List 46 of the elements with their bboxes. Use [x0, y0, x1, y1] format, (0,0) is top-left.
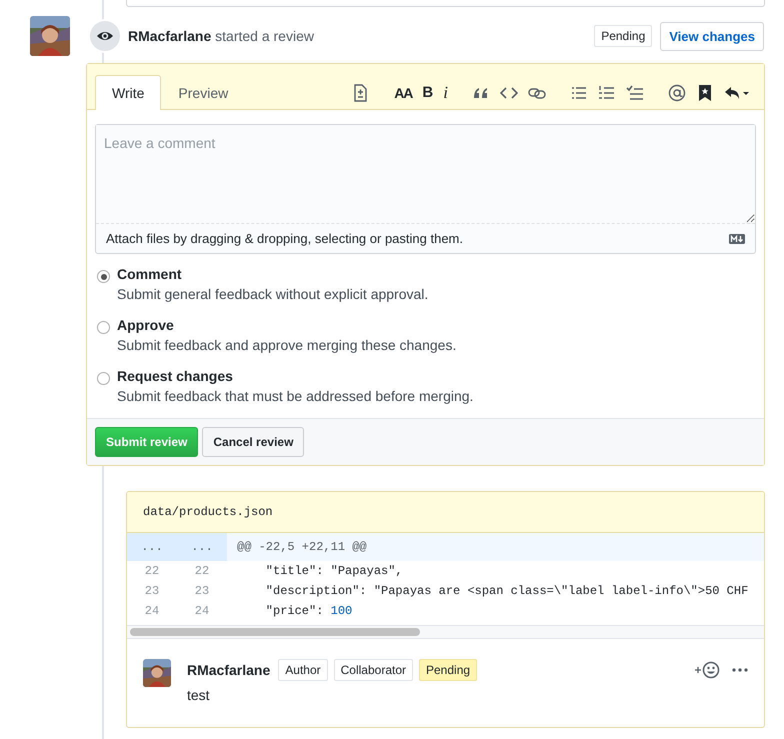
- option-description: Submit general feedback without explicit approval.: [117, 285, 428, 304]
- scrollbar[interactable]: [130, 628, 420, 636]
- task-list-icon[interactable]: [626, 84, 644, 102]
- more-icon[interactable]: [732, 668, 748, 672]
- status-label: Pending: [594, 25, 652, 47]
- file-path: data/products.json: [127, 492, 764, 533]
- option-description: Submit feedback that must be addressed before merging.: [117, 387, 474, 406]
- hunk-header: @@ -22,5 +22,11 @@: [236, 540, 367, 554]
- line-number: 24: [194, 603, 210, 620]
- cancel-button[interactable]: Cancel review: [202, 427, 304, 457]
- editor-tab[interactable]: Write: [95, 75, 162, 110]
- option-label: Approve: [117, 316, 175, 335]
- format-button[interactable]: AA: [394, 84, 412, 100]
- line-number: ...: [127, 533, 177, 561]
- bookmark-icon[interactable]: [696, 84, 714, 102]
- markdown-icon: [729, 234, 745, 244]
- radio-button[interactable]: [97, 372, 110, 385]
- mention-icon[interactable]: [668, 84, 686, 102]
- radio-button[interactable]: [97, 321, 110, 334]
- numbered-list-icon[interactable]: [598, 84, 616, 102]
- event-title: RMacfarlane started a review: [128, 28, 315, 44]
- role-label: Collaborator: [334, 659, 413, 681]
- role-label: Author: [278, 659, 328, 681]
- author-name[interactable]: RMacfarlane: [187, 662, 270, 678]
- line-number: 22: [144, 563, 160, 580]
- add-reaction-icon[interactable]: [694, 661, 720, 679]
- code-line: "title": "Papayas",: [264, 564, 403, 578]
- attach-hint: Attach files by dragging & dropping, selecting or pasting them.: [106, 231, 463, 246]
- code-line: "price": 100: [264, 604, 352, 618]
- format-button[interactable]: i: [443, 82, 448, 102]
- option-description: Submit feedback and approve merging these changes.: [117, 336, 456, 355]
- radio-button[interactable]: [97, 270, 110, 283]
- code-line: "description": "Papayas are <span class=\"label label-info\">50 CHF: [264, 584, 748, 598]
- option-label: Comment: [117, 265, 183, 284]
- format-button[interactable]: B: [422, 84, 434, 101]
- role-label: Pending: [419, 659, 478, 681]
- comment-field[interactable]: Leave a comment Attach files by dragging & dropping, selecting or pasting them.: [95, 124, 756, 254]
- line-number: 23: [144, 583, 160, 600]
- line-number: 22: [194, 563, 210, 580]
- option-label: Request changes: [117, 367, 234, 386]
- comment-text: test: [187, 687, 211, 703]
- line-number: ...: [177, 533, 227, 561]
- line-number: 23: [194, 583, 210, 600]
- view-changes-button[interactable]: View changes: [660, 22, 764, 50]
- line-number: 24: [144, 603, 160, 620]
- editor-tab[interactable]: Preview: [161, 75, 246, 110]
